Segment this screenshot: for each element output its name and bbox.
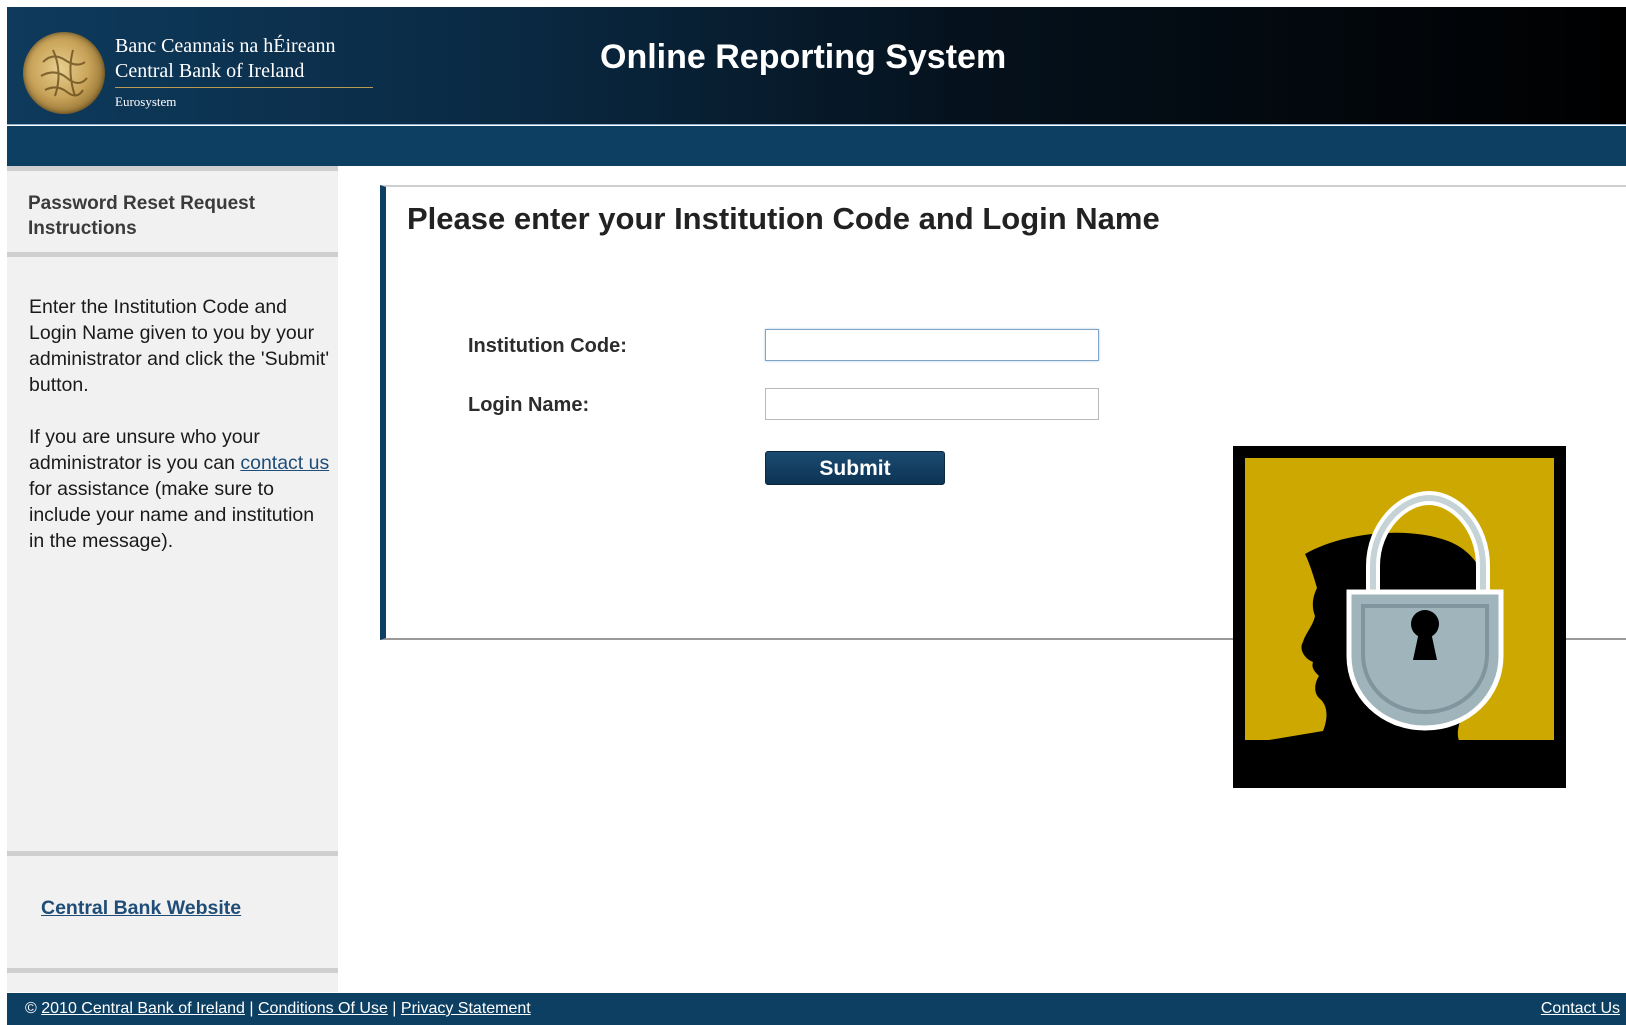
privacy-statement-link[interactable]: Privacy Statement — [401, 1000, 531, 1017]
sidebar-title: Password Reset Request Instructions — [28, 193, 256, 239]
institution-code-input[interactable] — [765, 329, 1099, 361]
login-name-label: Login Name: — [468, 394, 590, 416]
login-name-input[interactable] — [765, 388, 1099, 420]
copyright-symbol: © — [25, 1000, 37, 1017]
head-padlock-security-icon — [1233, 446, 1566, 788]
contact-us-footer-link[interactable]: Contact Us — [1541, 1000, 1620, 1017]
sidebar: Password Reset Request Instructions Ente… — [7, 166, 338, 992]
central-bank-website-link[interactable]: Central Bank Website — [41, 897, 241, 920]
bank-name-block: Banc Ceannais na hÉireann Central Bank o… — [115, 34, 373, 109]
sidebar-divider — [7, 851, 338, 856]
sidebar-divider — [7, 166, 338, 171]
bank-name-english: Central Bank of Ireland — [115, 60, 305, 82]
form-heading: Please enter your Institution Code and L… — [407, 201, 1160, 236]
submit-button[interactable]: Submit — [765, 451, 945, 485]
bank-name-irish: Banc Ceannais na hÉireann — [115, 35, 336, 57]
copyright-link[interactable]: 2010 Central Bank of Ireland — [41, 1000, 245, 1017]
eurosystem-label: Eurosystem — [115, 94, 177, 109]
help-paragraph: If you are unsure who your administrator… — [29, 424, 334, 554]
footer-separator: | — [249, 1000, 254, 1017]
contact-us-link[interactable]: contact us — [240, 452, 329, 474]
institution-code-label: Institution Code: — [468, 335, 627, 357]
page-footer: © 2010 Central Bank of Ireland | Conditi… — [7, 993, 1626, 1025]
footer-separator: | — [392, 1000, 397, 1017]
navigation-bar — [7, 126, 1626, 166]
central-bank-logo-icon — [23, 32, 105, 114]
instructions-paragraph: Enter the Institution Code and Login Nam… — [29, 296, 330, 396]
footer-links: © 2010 Central Bank of Ireland | Conditi… — [25, 993, 531, 1025]
footer-contact: Contact Us — [1541, 993, 1620, 1025]
app-title: Online Reporting System — [600, 38, 1007, 76]
page-header: Banc Ceannais na hÉireann Central Bank o… — [7, 7, 1626, 125]
logo-divider — [115, 87, 373, 88]
sidebar-instructions: Enter the Institution Code and Login Nam… — [29, 294, 334, 580]
help-text-after: for assistance (make sure to include you… — [29, 478, 315, 552]
help-text-before: If you are unsure who your administrator… — [29, 426, 260, 474]
conditions-of-use-link[interactable]: Conditions Of Use — [258, 1000, 388, 1017]
sidebar-divider — [7, 252, 338, 257]
sidebar-divider — [7, 968, 338, 973]
